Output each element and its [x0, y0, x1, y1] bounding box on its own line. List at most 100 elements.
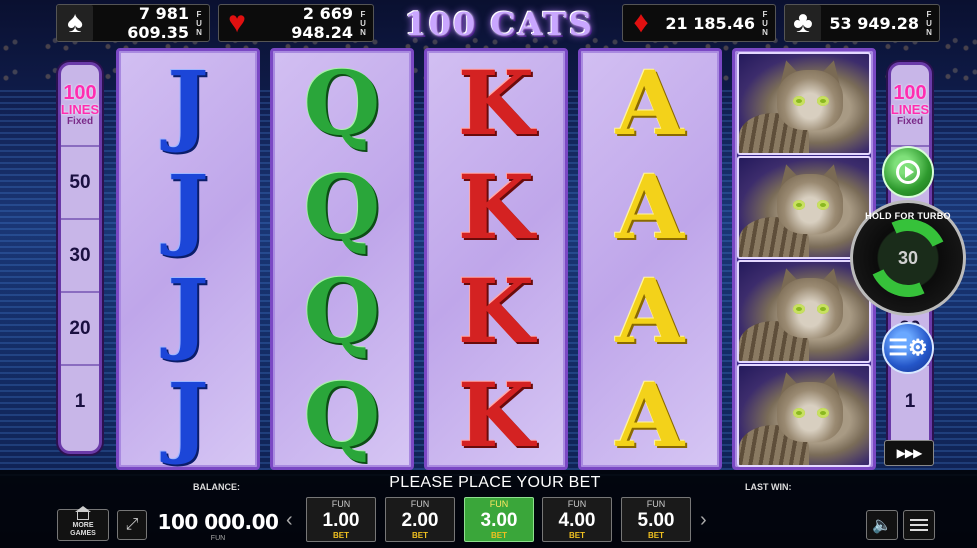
bet-amount: 1.00	[322, 509, 360, 531]
reel-symbol: Q	[303, 155, 381, 259]
last-win-label: LAST WIN:	[745, 482, 792, 492]
reel-1: J J J J	[116, 48, 260, 470]
line-indicator: 50	[61, 145, 99, 218]
autoplay-button[interactable]	[882, 146, 934, 198]
lines-text: LINES	[890, 102, 930, 117]
fast-forward-button[interactable]: ▶▶▶	[884, 440, 934, 466]
line-indicator: 1	[61, 364, 99, 437]
status-message: PLEASE PLACE YOUR BET	[389, 474, 601, 491]
reel-symbol: J	[167, 51, 209, 155]
jackpot-value: 53 949.28	[829, 13, 919, 33]
fullscreen-button[interactable]: ⤢	[117, 510, 147, 540]
more-games-label: MORE	[72, 522, 94, 529]
sound-button[interactable]: 🔈	[866, 510, 898, 540]
bet-button-1[interactable]: FUN 1.00 BET	[306, 497, 376, 542]
reel-symbol: Q	[303, 363, 381, 467]
reel-symbol: J	[167, 363, 209, 467]
spade-icon: ♠	[57, 5, 93, 41]
lines-fixed: Fixed	[66, 116, 94, 127]
spin-button[interactable]: HOLD FOR TURBO SPIN 30	[850, 200, 966, 316]
line-indicator: 1	[891, 364, 929, 437]
bet-button-5[interactable]: FUN 5.00 BET	[621, 497, 691, 542]
lines-label: 100 LINES Fixed	[891, 65, 929, 145]
bet-button-3[interactable]: FUN 3.00 BET	[464, 497, 534, 542]
reel-symbol: K	[457, 259, 535, 363]
more-games-button[interactable]: MORE GAMES	[57, 506, 109, 541]
jackpot-hearts: ♥ 2 669 948.24 FUN	[218, 4, 374, 42]
line-indicator: 30	[61, 218, 99, 291]
lines-label: 100 LINES Fixed	[61, 65, 99, 145]
jackpot-value: 2 669 948.24	[291, 4, 353, 42]
reel-2: Q Q Q Q	[270, 48, 414, 470]
line-indicator: 20	[61, 291, 99, 364]
spin-count: 30	[897, 247, 919, 268]
jackpot-unit: FUN	[196, 9, 202, 37]
balance-label: BALANCE:	[193, 482, 240, 492]
lines-count: 100	[893, 82, 927, 104]
bet-currency: FUN	[567, 499, 587, 509]
reel-symbol: Q	[303, 259, 381, 363]
bet-label: BET	[491, 531, 507, 540]
jackpot-unit: FUN	[762, 9, 768, 37]
reel-symbol: A	[615, 363, 685, 467]
lines-text: LINES	[60, 102, 100, 117]
lines-panel-left: 100 LINES Fixed 50 30 20 1	[58, 62, 102, 454]
autoplay-icon	[896, 160, 920, 184]
bet-button-4[interactable]: FUN 4.00 BET	[542, 497, 612, 542]
cat-symbol	[737, 364, 871, 467]
fast-forward-icon: ▶▶▶	[896, 446, 923, 460]
bet-amount: 5.00	[637, 509, 675, 531]
jackpot-spades: ♠ 7 981 609.35 FUN	[56, 4, 210, 42]
bet-next-arrow[interactable]: ›	[700, 509, 707, 532]
bet-label: BET	[333, 531, 349, 540]
diamond-icon: ♦	[633, 6, 649, 39]
balance-unit: FUN	[210, 535, 226, 542]
jackpot-value: 21 185.46	[665, 13, 755, 33]
bet-prev-arrow[interactable]: ‹	[286, 509, 293, 532]
cat-symbol	[737, 52, 871, 155]
reel-symbol: K	[457, 363, 535, 467]
reel-symbol: K	[457, 155, 535, 259]
more-games-label: GAMES	[70, 530, 96, 537]
bet-amount: 3.00	[480, 509, 518, 531]
bet-currency: FUN	[410, 499, 430, 509]
cat-symbol	[737, 260, 871, 363]
bet-currency: FUN	[646, 499, 666, 509]
reel-symbol: A	[615, 155, 685, 259]
reel-3: K K K K	[424, 48, 568, 470]
menu-button[interactable]	[903, 510, 935, 540]
lines-count: 100	[63, 82, 97, 104]
reel-4: A A A A	[578, 48, 722, 470]
settings-button[interactable]: ☰⚙	[882, 322, 934, 374]
speaker-icon: 🔈	[872, 517, 892, 534]
heart-icon: ♥	[228, 6, 246, 39]
reel-symbol: J	[167, 155, 209, 259]
reel-symbol: K	[457, 51, 535, 155]
home-icon	[75, 506, 91, 520]
balance-value: 100 000.00	[157, 510, 279, 534]
bet-amount: 2.00	[401, 509, 439, 531]
jackpot-diamonds: ♦ 21 185.46 FUN	[622, 4, 776, 42]
bet-button-2[interactable]: FUN 2.00 BET	[385, 497, 455, 542]
reel-symbol: J	[167, 259, 209, 363]
reel-symbol: A	[615, 51, 685, 155]
bet-label: BET	[412, 531, 428, 540]
bet-label: BET	[648, 531, 664, 540]
bet-currency: FUN	[331, 499, 351, 509]
jackpot-unit: FUN	[926, 9, 932, 37]
lines-fixed: Fixed	[896, 116, 924, 127]
hamburger-icon	[910, 519, 928, 531]
bet-amount: 4.00	[558, 509, 596, 531]
game-logo: 100 CATS	[404, 5, 594, 43]
reel-symbol: Q	[303, 51, 381, 155]
bet-currency: FUN	[489, 499, 509, 509]
reel-symbol: A	[615, 259, 685, 363]
club-icon: ♣	[785, 5, 821, 41]
settings-icon: ☰⚙	[888, 335, 928, 360]
bet-label: BET	[569, 531, 585, 540]
fullscreen-icon: ⤢	[125, 516, 139, 533]
jackpot-unit: FUN	[360, 9, 366, 37]
jackpot-bar: ♠ 7 981 609.35 FUN ♥ 2 669 948.24 FUN 10…	[0, 0, 977, 46]
jackpot-value: 7 981 609.35	[127, 4, 189, 42]
jackpot-clubs: ♣ 53 949.28 FUN	[784, 4, 940, 42]
